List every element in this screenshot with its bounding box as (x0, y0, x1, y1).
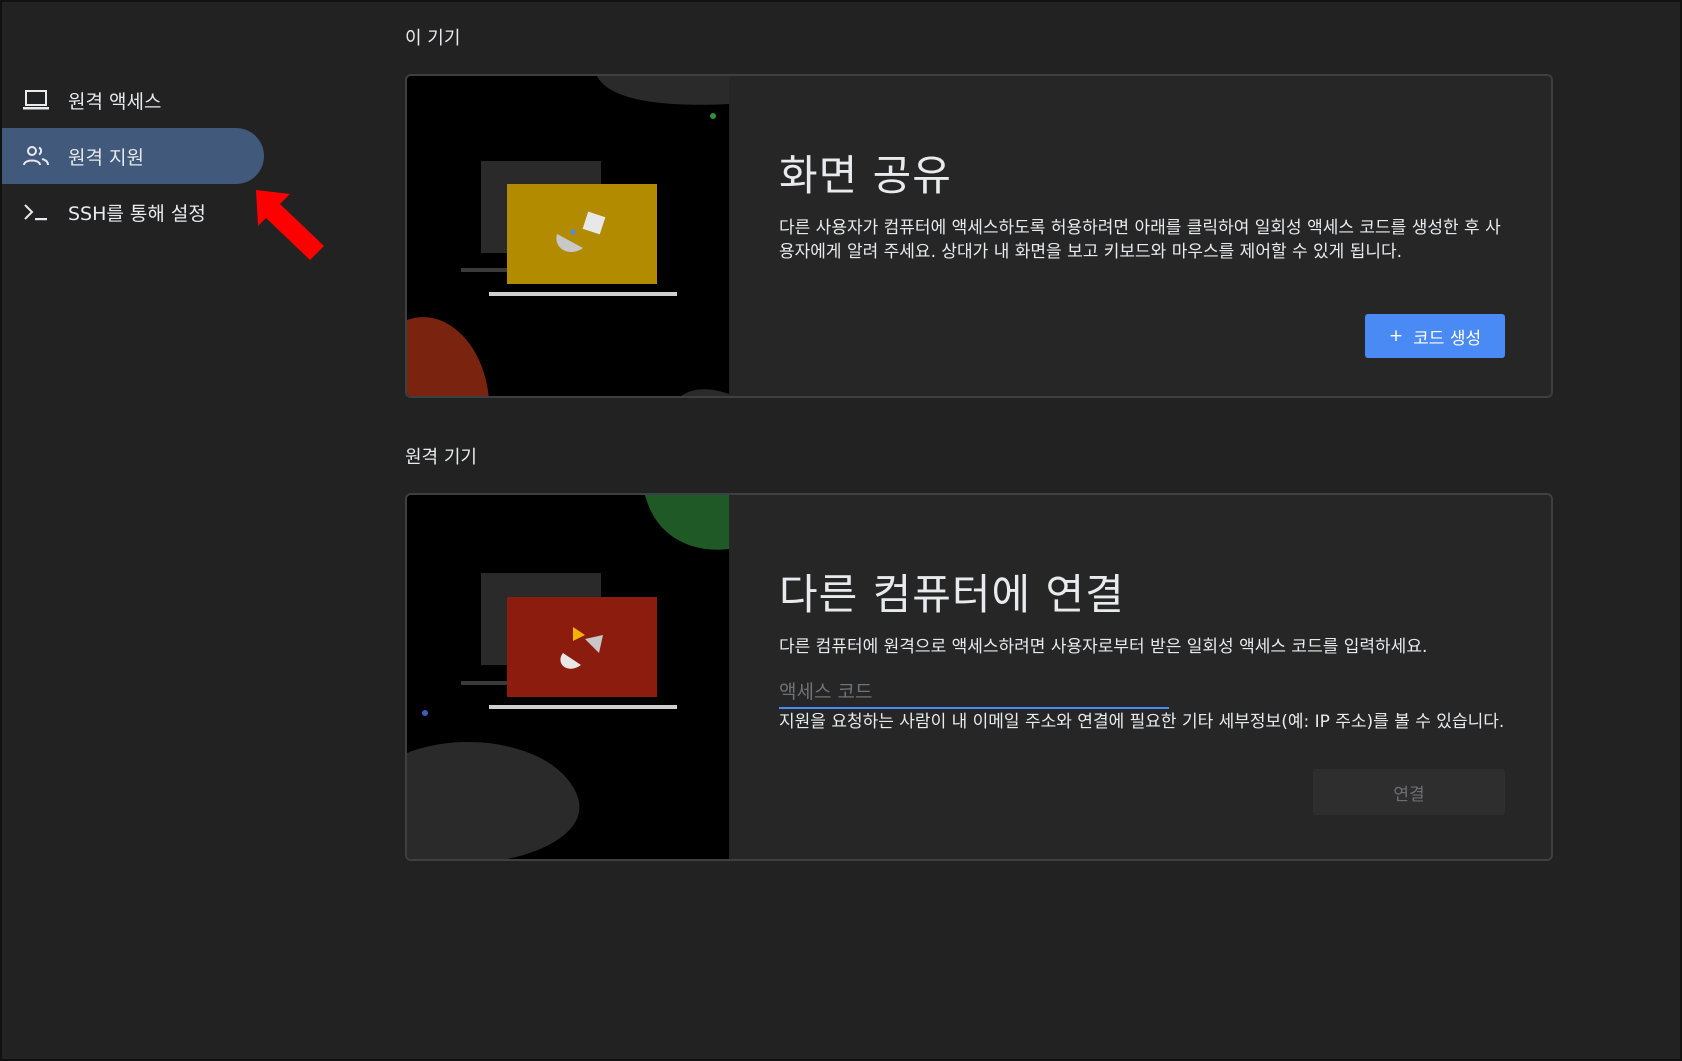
section-title-this-device: 이 기기 (405, 28, 461, 49)
connect-button[interactable]: 연결 (1313, 769, 1505, 815)
terminal-icon (22, 198, 50, 226)
share-screen-card: 화면 공유 다른 사용자가 컴퓨터에 액세스하도록 허용하려면 아래를 클릭하여… (405, 74, 1553, 398)
privacy-helper-text: 지원을 요청하는 사람이 내 이메일 주소와 연결에 필요한 기타 세부정보(예… (779, 712, 1505, 732)
laptop-icon (22, 86, 50, 114)
generate-code-button[interactable]: + 코드 생성 (1365, 314, 1505, 358)
sidebar-item-label: 원격 액세스 (68, 90, 162, 113)
sidebar-item-remote-access[interactable]: 원격 액세스 (2, 72, 264, 128)
sidebar-item-label: 원격 지원 (68, 146, 144, 169)
sidebar-nav: 원격 액세스 원격 지원 SSH를 통해 설정 (2, 72, 264, 240)
generate-code-label: 코드 생성 (1413, 328, 1482, 349)
card-heading: 화면 공유 (779, 151, 952, 200)
app-window: 원격 액세스 원격 지원 SSH를 통해 설정 이 기기 화면 공유 다른 사용… (0, 0, 1682, 1061)
people-icon (22, 142, 50, 170)
sidebar-item-label: SSH를 통해 설정 (68, 202, 206, 225)
card-heading: 다른 컴퓨터에 연결 (779, 570, 1125, 619)
share-screen-illustration (407, 76, 729, 396)
annotation-arrow-icon (256, 190, 324, 260)
access-code-input[interactable] (779, 677, 1169, 709)
connect-remote-card: 다른 컴퓨터에 연결 다른 컴퓨터에 원격으로 액세스하려면 사용자로부터 받은… (405, 493, 1553, 861)
connect-remote-illustration (407, 495, 729, 859)
sidebar-item-remote-support[interactable]: 원격 지원 (2, 128, 264, 184)
section-title-remote-device: 원격 기기 (405, 447, 477, 468)
sidebar-item-ssh-setup[interactable]: SSH를 통해 설정 (2, 184, 264, 240)
plus-icon: + (1388, 326, 1404, 346)
card-description: 다른 사용자가 컴퓨터에 액세스하도록 허용하려면 아래를 클릭하여 일회성 액… (779, 218, 1501, 262)
card-description: 다른 컴퓨터에 원격으로 액세스하려면 사용자로부터 받은 일회성 액세스 코드… (779, 637, 1428, 657)
